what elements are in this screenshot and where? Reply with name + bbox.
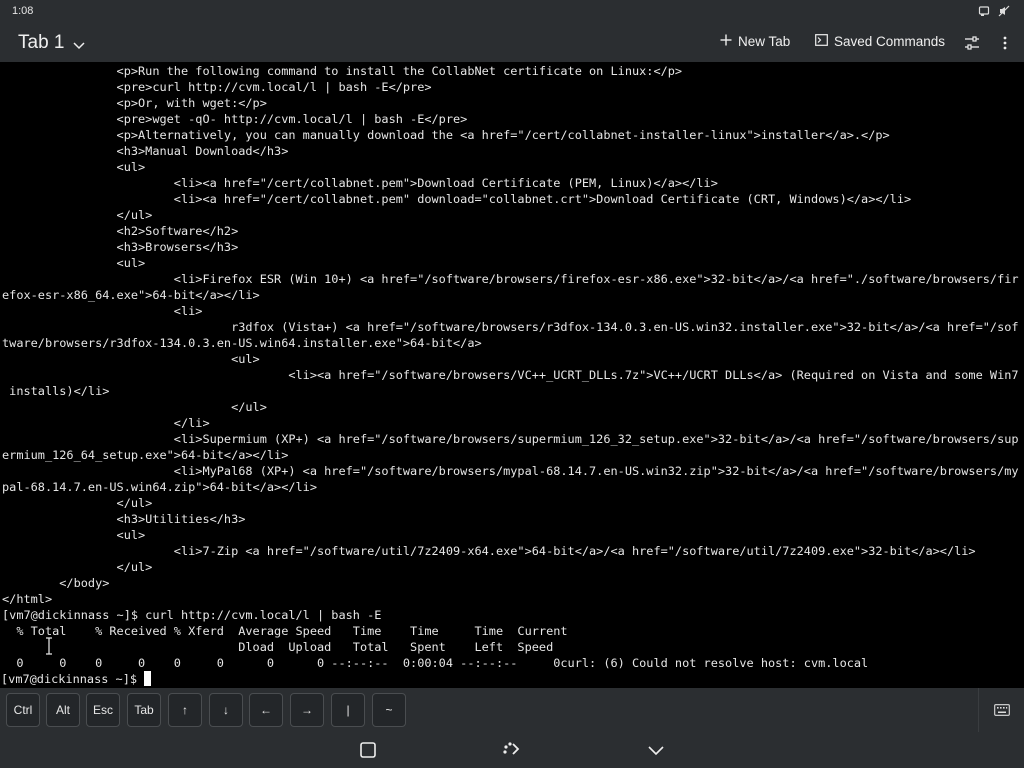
new-tab-label: New Tab bbox=[738, 34, 791, 49]
status-icons bbox=[978, 5, 1010, 17]
key-right[interactable]: → bbox=[290, 693, 324, 727]
extra-keys-bar: Ctrl Alt Esc Tab ↑ ↓ ← → | ~ bbox=[0, 688, 1024, 732]
key-pipe[interactable]: | bbox=[331, 693, 365, 727]
key-down[interactable]: ↓ bbox=[209, 693, 243, 727]
mute-icon bbox=[998, 5, 1010, 17]
chevron-down-icon bbox=[72, 36, 86, 50]
tab-selector[interactable]: Tab 1 bbox=[18, 32, 86, 54]
key-esc[interactable]: Esc bbox=[86, 693, 120, 727]
key-tab[interactable]: Tab bbox=[127, 693, 161, 727]
prompt-line[interactable]: [vm7@dickinnass ~]$ bbox=[1, 671, 152, 686]
ibeam-cursor-icon bbox=[44, 636, 54, 656]
key-ctrl[interactable]: Ctrl bbox=[6, 693, 40, 727]
key-up[interactable]: ↑ bbox=[168, 693, 202, 727]
app-header: Tab 1 New Tab Saved Commands bbox=[0, 24, 1024, 62]
new-tab-button[interactable]: New Tab bbox=[720, 34, 790, 49]
saved-commands-label: Saved Commands bbox=[834, 34, 946, 49]
terminal-icon bbox=[815, 34, 828, 49]
hide-keyboard-icon[interactable] bbox=[646, 740, 666, 760]
plus-icon bbox=[720, 34, 732, 49]
keyboard-toggle-icon[interactable] bbox=[978, 688, 1024, 732]
settings-sliders-icon[interactable] bbox=[964, 35, 980, 51]
status-time: 1:08 bbox=[12, 5, 34, 17]
overflow-menu-icon[interactable] bbox=[998, 35, 1012, 51]
shell-prompt: [vm7@dickinnass ~]$ bbox=[1, 672, 145, 686]
navigation-bar bbox=[0, 732, 1024, 768]
key-tilde[interactable]: ~ bbox=[372, 693, 406, 727]
overview-icon[interactable] bbox=[358, 740, 378, 760]
key-left[interactable]: ← bbox=[249, 693, 283, 727]
terminal-output[interactable]: <p>Run the following command to install … bbox=[0, 62, 1024, 688]
text-cursor bbox=[144, 671, 152, 686]
cast-icon bbox=[978, 5, 990, 17]
tab-title: Tab 1 bbox=[18, 32, 65, 53]
terminal-text: <p>Run the following command to install … bbox=[2, 64, 1019, 670]
saved-commands-button[interactable]: Saved Commands bbox=[815, 34, 945, 49]
key-alt[interactable]: Alt bbox=[46, 693, 80, 727]
status-bar: 1:08 bbox=[0, 0, 1024, 24]
home-icon[interactable] bbox=[502, 740, 522, 760]
